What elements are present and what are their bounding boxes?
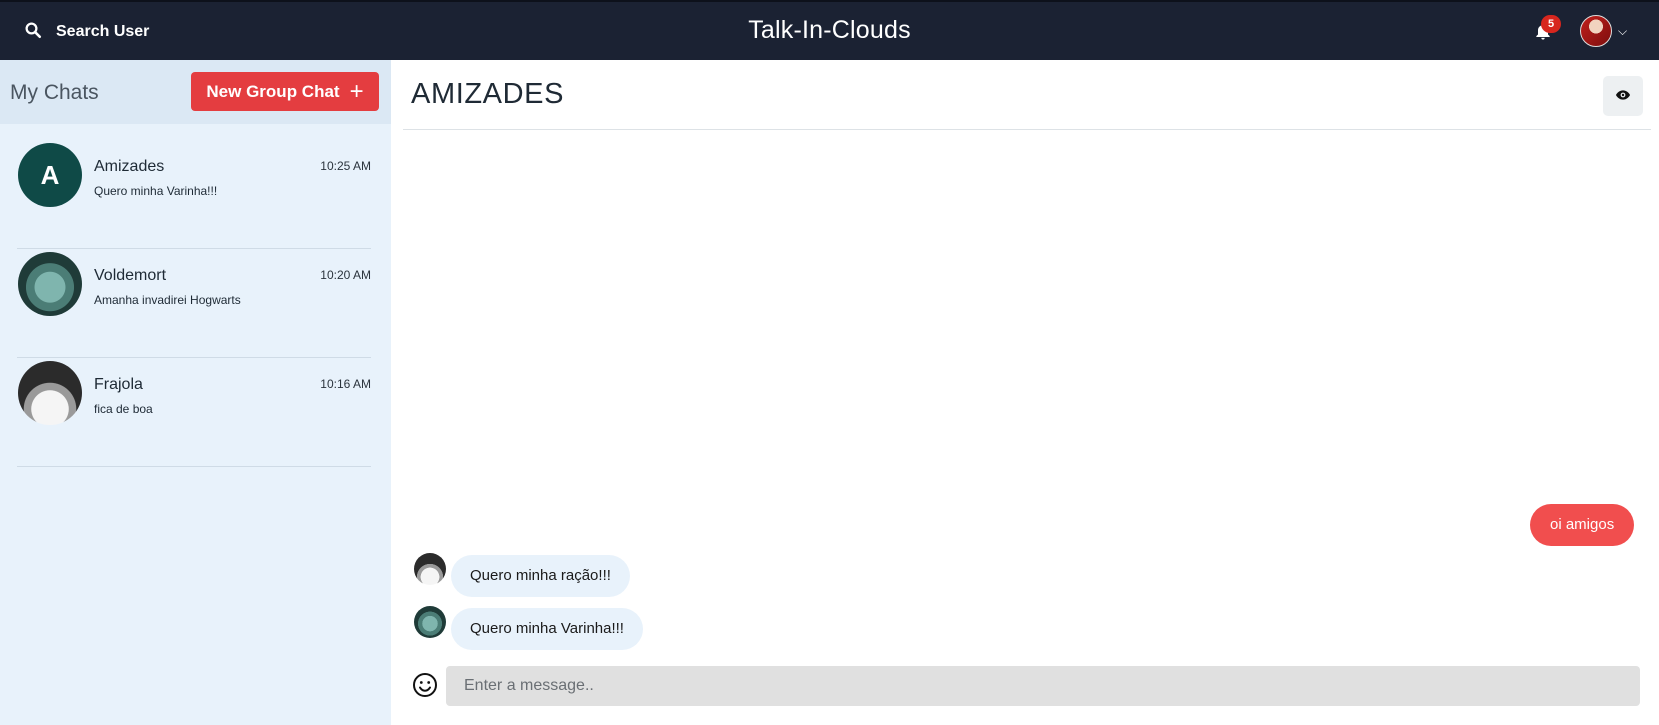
sender-avatar — [414, 606, 446, 638]
message-input[interactable] — [446, 666, 1640, 706]
chat-list-item-voldemort[interactable]: Voldemort 10:20 AM Amanha invadirei Hogw… — [17, 249, 371, 358]
new-group-chat-label: New Group Chat — [206, 81, 340, 101]
chevron-down-icon: ⌵ — [1618, 23, 1628, 38]
contact-avatar — [18, 361, 82, 425]
chat-panel: AMIZADES oi amigos Quero minha ração!!! … — [391, 60, 1659, 725]
search-icon — [24, 21, 42, 44]
chat-title: AMIZADES — [411, 78, 565, 110]
chat-list-item-amizades[interactable]: A Amizades 10:25 AM Quero minha Varinha!… — [17, 140, 371, 249]
notification-count-badge: 5 — [1541, 15, 1561, 33]
plus-icon: + — [349, 77, 364, 105]
eye-icon — [1615, 87, 1631, 106]
message-bubble-incoming: Quero minha ração!!! — [451, 555, 630, 597]
search-user-button[interactable]: Search User — [20, 16, 153, 48]
search-user-label: Search User — [56, 23, 150, 40]
chat-time: 10:20 AM — [320, 268, 371, 282]
top-bar: Search User Talk-In-Clouds 5 ⌵ — [0, 0, 1659, 60]
chat-name: Voldemort — [94, 267, 167, 284]
message-bubble-incoming: Quero minha Varinha!!! — [451, 608, 643, 650]
user-avatar — [1580, 15, 1612, 47]
chat-name: Frajola — [94, 376, 143, 393]
message-bubble-outgoing: oi amigos — [1530, 504, 1635, 546]
my-chats-title: My Chats — [10, 81, 99, 104]
profile-menu-button[interactable]: ⌵ — [1580, 15, 1627, 47]
sidebar-header: My Chats New Group Chat + — [0, 60, 391, 124]
header-divider — [403, 129, 1651, 130]
view-details-button[interactable] — [1603, 76, 1643, 116]
chat-list-item-frajola[interactable]: Frajola 10:16 AM fica de boa — [17, 358, 371, 467]
chat-preview: fica de boa — [94, 402, 153, 416]
chat-time: 10:25 AM — [320, 159, 371, 173]
chat-time: 10:16 AM — [320, 377, 371, 391]
contact-avatar — [18, 252, 82, 316]
emoji-icon[interactable] — [412, 672, 438, 698]
new-group-chat-button[interactable]: New Group Chat + — [191, 72, 379, 111]
chat-preview: Quero minha Varinha!!! — [94, 184, 218, 198]
chat-preview: Amanha invadirei Hogwarts — [94, 293, 241, 307]
chats-sidebar: My Chats New Group Chat + A Amizades 10:… — [0, 60, 391, 725]
app-title: Talk-In-Clouds — [748, 16, 911, 44]
chat-name: Amizades — [94, 158, 165, 175]
chat-list: A Amizades 10:25 AM Quero minha Varinha!… — [17, 140, 371, 467]
group-avatar: A — [18, 143, 82, 207]
sender-avatar — [414, 553, 446, 585]
